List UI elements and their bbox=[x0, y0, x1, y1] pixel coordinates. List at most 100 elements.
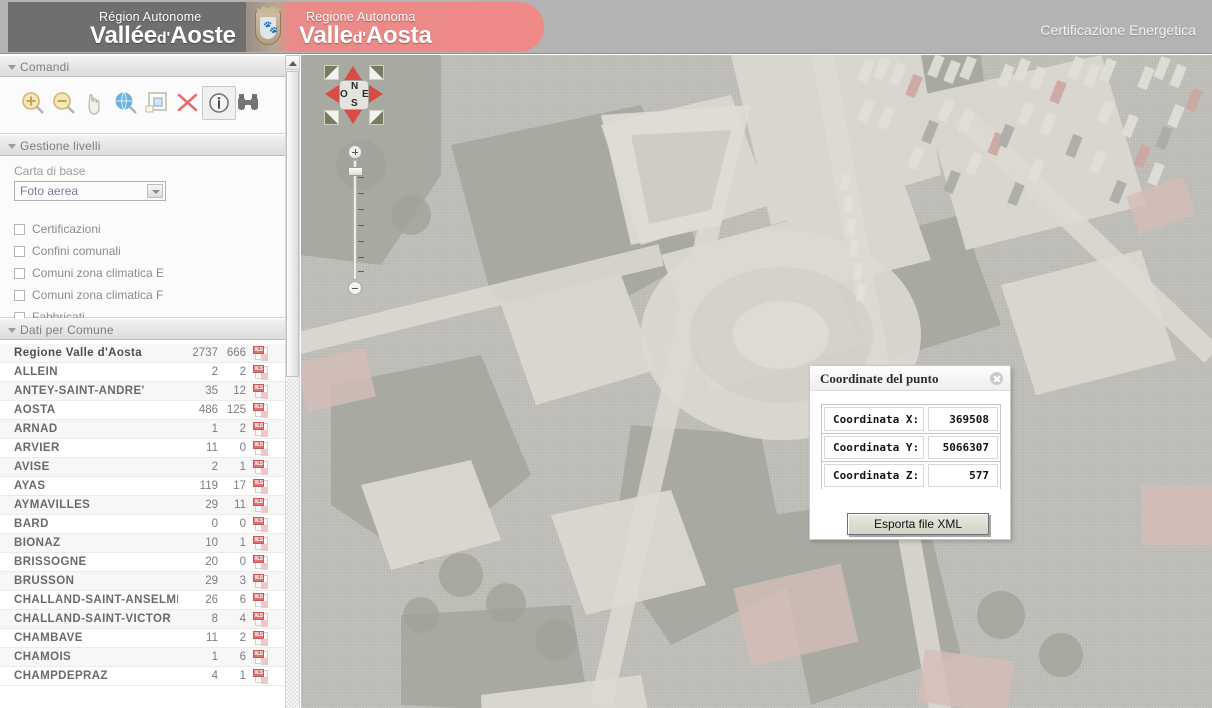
zoom-in-icon[interactable] bbox=[18, 88, 48, 118]
zoom-out-icon[interactable] bbox=[49, 88, 79, 118]
coordinate-row-x: Coordinata X: 369508 bbox=[822, 405, 1000, 433]
pan-southwest-icon[interactable] bbox=[324, 110, 339, 125]
coordinate-x-value[interactable]: 369508 bbox=[928, 407, 998, 431]
table-row[interactable]: ANTEY-SAINT-ANDRE' 35 12 XLS bbox=[0, 382, 291, 401]
table-row[interactable]: CHAMOIS 1 6 XLS bbox=[0, 648, 291, 667]
comune-count-b: 1 bbox=[239, 461, 246, 473]
layer-row-zona-climatica-f[interactable]: Comuni zona climatica F bbox=[14, 285, 291, 305]
layer-row-certificazioni[interactable]: Certificazioni bbox=[14, 219, 291, 239]
close-icon[interactable] bbox=[990, 372, 1003, 385]
xls-export-icon[interactable]: XLS bbox=[253, 630, 269, 646]
comune-name: BRUSSON bbox=[14, 575, 75, 587]
panel-header-dati-per-comune[interactable]: Dati per Comune bbox=[0, 318, 291, 340]
layer-checkbox-zona-climatica-f[interactable] bbox=[14, 289, 25, 301]
layer-row-confini-comunali[interactable]: Confini comunali bbox=[14, 241, 291, 261]
table-row[interactable]: BRISSOGNE 20 0 XLS bbox=[0, 553, 291, 572]
zoom-in-slider-icon[interactable] bbox=[348, 145, 362, 159]
xls-export-icon[interactable]: XLS bbox=[253, 345, 269, 361]
panel-header-gestione-livelli[interactable]: Gestione livelli bbox=[0, 134, 291, 156]
zoom-out-slider-icon[interactable] bbox=[348, 281, 362, 295]
table-row[interactable]: Regione Valle d'Aosta 2737 666 XLS bbox=[0, 344, 291, 363]
dialog-title-bar: Coordinate del punto bbox=[810, 366, 1010, 391]
map-compass-control[interactable]: N S O E bbox=[323, 64, 385, 126]
coordinate-y-value[interactable]: 5066307 bbox=[928, 436, 998, 459]
xls-export-icon[interactable]: XLS bbox=[253, 478, 269, 494]
table-row[interactable]: AYAS 119 17 XLS bbox=[0, 477, 291, 496]
xls-export-icon[interactable]: XLS bbox=[253, 668, 269, 684]
xls-export-icon[interactable]: XLS bbox=[253, 516, 269, 532]
comune-name: CHAMBAVE bbox=[14, 632, 83, 644]
pan-east-arrow-icon[interactable] bbox=[369, 85, 383, 103]
xls-export-icon[interactable]: XLS bbox=[253, 421, 269, 437]
xls-export-icon[interactable]: XLS bbox=[253, 459, 269, 475]
compass-label-east: E bbox=[362, 89, 369, 100]
table-row[interactable]: CHALLAND-SAINT-ANSELME 26 6 XLS bbox=[0, 591, 291, 610]
zoom-full-extent-icon[interactable] bbox=[111, 88, 141, 118]
clear-selection-icon[interactable] bbox=[173, 88, 203, 118]
map-viewport[interactable]: N S O E Coordinate del punto Coordinata … bbox=[301, 55, 1212, 708]
table-row[interactable]: BRUSSON 29 3 XLS bbox=[0, 572, 291, 591]
search-binoculars-icon[interactable] bbox=[233, 88, 263, 118]
zoom-rectangle-icon[interactable] bbox=[142, 88, 172, 118]
xls-export-icon[interactable]: XLS bbox=[253, 402, 269, 418]
xls-export-icon[interactable]: XLS bbox=[253, 592, 269, 608]
compass-label-north: N bbox=[351, 81, 359, 92]
scrollbar-thumb[interactable] bbox=[286, 71, 299, 377]
xls-export-icon[interactable]: XLS bbox=[253, 573, 269, 589]
pan-northwest-icon[interactable] bbox=[324, 65, 339, 80]
xls-export-icon[interactable]: XLS bbox=[253, 497, 269, 513]
table-row[interactable]: ARNAD 1 2 XLS bbox=[0, 420, 291, 439]
pan-north-arrow-icon[interactable] bbox=[344, 66, 362, 80]
zoom-slider-rail[interactable] bbox=[353, 160, 357, 280]
coordinate-z-value[interactable]: 577 bbox=[928, 464, 998, 487]
pan-southeast-icon[interactable] bbox=[369, 110, 384, 125]
layer-checkbox-zona-climatica-e[interactable] bbox=[14, 267, 25, 279]
xls-export-icon[interactable]: XLS bbox=[253, 554, 269, 570]
xls-export-icon[interactable]: XLS bbox=[253, 649, 269, 665]
export-xml-button[interactable]: Esporta file XML bbox=[847, 513, 989, 535]
table-row[interactable]: CHAMPDEPRAZ 4 1 XLS bbox=[0, 667, 291, 686]
sidebar-scrollbar[interactable] bbox=[285, 55, 300, 708]
scroll-up-arrow-icon[interactable] bbox=[285, 55, 300, 70]
table-row[interactable]: BARD 0 0 XLS bbox=[0, 515, 291, 534]
xls-export-icon[interactable]: XLS bbox=[253, 535, 269, 551]
comune-name: ALLEIN bbox=[14, 366, 58, 378]
xls-export-icon[interactable]: XLS bbox=[253, 383, 269, 399]
coat-of-arms-icon: 🐾 bbox=[251, 5, 285, 49]
zoom-tick bbox=[358, 241, 364, 242]
table-row[interactable]: CHALLAND-SAINT-VICTOR 8 4 XLS bbox=[0, 610, 291, 629]
layer-checkbox-confini-comunali[interactable] bbox=[14, 245, 25, 257]
zoom-slider-thumb[interactable] bbox=[348, 167, 363, 176]
coordinate-dialog: Coordinate del punto Coordinata X: 36950… bbox=[809, 365, 1011, 540]
table-row[interactable]: ARVIER 11 0 XLS bbox=[0, 439, 291, 458]
app-title: Certificazione Energetica bbox=[1040, 22, 1196, 38]
pan-northeast-icon[interactable] bbox=[369, 65, 384, 80]
banner-it-word1: Valle bbox=[299, 22, 353, 49]
table-row[interactable]: BIONAZ 10 1 XLS bbox=[0, 534, 291, 553]
comune-count-a: 29 bbox=[205, 575, 218, 587]
table-row[interactable]: AOSTA 486 125 XLS bbox=[0, 401, 291, 420]
table-row[interactable]: CHAMBAVE 11 2 XLS bbox=[0, 629, 291, 648]
xls-export-icon[interactable]: XLS bbox=[253, 440, 269, 456]
comune-name: CHALLAND-SAINT-VICTOR bbox=[14, 613, 172, 625]
layer-checkbox-certificazioni[interactable] bbox=[14, 223, 25, 235]
table-row[interactable]: ALLEIN 2 2 XLS bbox=[0, 363, 291, 382]
comune-count-a: 10 bbox=[205, 537, 218, 549]
scrollbar-lower-track[interactable] bbox=[286, 379, 299, 708]
table-row[interactable]: AYMAVILLES 29 11 XLS bbox=[0, 496, 291, 515]
pan-west-arrow-icon[interactable] bbox=[325, 85, 339, 103]
basemap-select[interactable]: Foto aerea bbox=[14, 181, 166, 201]
layer-row-zona-climatica-e[interactable]: Comuni zona climatica E bbox=[14, 263, 291, 283]
chevron-down-icon[interactable] bbox=[147, 184, 163, 198]
map-zoom-slider[interactable] bbox=[345, 145, 365, 295]
comune-count-a: 26 bbox=[205, 594, 218, 606]
comune-count-a: 119 bbox=[199, 480, 218, 492]
table-row[interactable]: AVISE 2 1 XLS bbox=[0, 458, 291, 477]
info-icon[interactable] bbox=[202, 86, 236, 120]
pan-south-arrow-icon[interactable] bbox=[344, 110, 362, 124]
pan-hand-icon[interactable] bbox=[80, 88, 110, 118]
sidebar: Comandi Gestione livelli Carta di base F… bbox=[0, 55, 292, 708]
xls-export-icon[interactable]: XLS bbox=[253, 364, 269, 380]
panel-header-comandi[interactable]: Comandi bbox=[0, 55, 291, 77]
xls-export-icon[interactable]: XLS bbox=[253, 611, 269, 627]
